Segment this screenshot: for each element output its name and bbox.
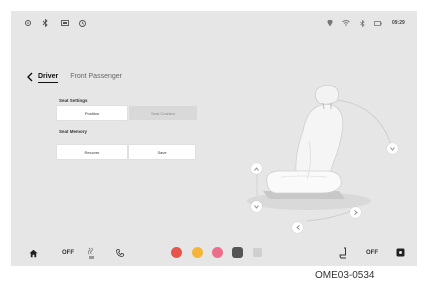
seat-illustration-area [211, 81, 411, 251]
backrest-recline-button[interactable] [387, 143, 398, 154]
media-icon[interactable] [61, 17, 69, 29]
seat-illustration [247, 85, 394, 222]
tab-front-passenger[interactable]: Front Passenger [70, 73, 122, 83]
figure-caption: OME03-0534 [315, 270, 375, 281]
left-climate-off[interactable]: OFF [62, 247, 74, 259]
right-climate-off[interactable]: OFF [366, 247, 378, 259]
tab-driver[interactable]: Driver [38, 73, 59, 83]
status-bar: 09:29 [11, 11, 417, 35]
phone-icon [116, 249, 124, 257]
clock-icon[interactable] [79, 17, 86, 29]
seat-down-button[interactable] [251, 201, 262, 212]
seat-backward-button[interactable] [292, 222, 303, 233]
app-icon-pink[interactable] [212, 247, 223, 258]
home-icon [29, 249, 37, 257]
status-time: 09:29 [392, 20, 405, 26]
app-icon-yellow[interactable] [192, 247, 203, 258]
position-button[interactable]: Position [57, 106, 127, 120]
back-button[interactable] [27, 72, 33, 85]
seat-forward-button[interactable] [350, 207, 361, 218]
save-button[interactable]: Save [129, 145, 195, 159]
recover-button[interactable]: Recover [57, 145, 127, 159]
home-button[interactable] [27, 247, 39, 259]
seat-memory-label: Seat Memory [59, 129, 88, 134]
seat-settings-label: Seat Settings [59, 98, 88, 103]
app-icon-red[interactable] [171, 247, 182, 258]
chevron-right-icon [353, 210, 358, 215]
chevron-down-icon [254, 204, 259, 209]
location-icon [327, 17, 333, 29]
seat-cushion-button[interactable]: Seat Cushion [129, 106, 197, 120]
right-seat-heat-button[interactable] [338, 245, 348, 261]
bluetooth-icon[interactable] [42, 17, 49, 29]
chevron-up-icon [254, 166, 259, 171]
seat-icon [339, 247, 346, 259]
battery-icon [374, 17, 382, 29]
left-seat-heat-button[interactable] [86, 245, 96, 261]
chevron-left-icon [27, 72, 33, 81]
fan-button[interactable] [395, 247, 406, 258]
chevron-left-icon [295, 225, 300, 230]
infotainment-screen: 09:29 Driver Front Passenger Seat Settin… [11, 11, 417, 266]
bluetooth-status-icon [360, 17, 365, 29]
bottom-dock: OFF OFF [11, 240, 417, 266]
settings-icon[interactable] [25, 17, 31, 29]
app-icon-dark[interactable] [232, 247, 243, 258]
seat-up-button[interactable] [251, 163, 262, 174]
app-icon-grey[interactable] [253, 248, 262, 257]
chevron-down-icon [390, 146, 395, 151]
wifi-icon [342, 17, 350, 29]
seat-heat-icon [87, 247, 94, 259]
phone-button[interactable] [114, 247, 126, 259]
seat-tabs: Driver Front Passenger [27, 72, 122, 84]
fan-icon [396, 248, 405, 257]
